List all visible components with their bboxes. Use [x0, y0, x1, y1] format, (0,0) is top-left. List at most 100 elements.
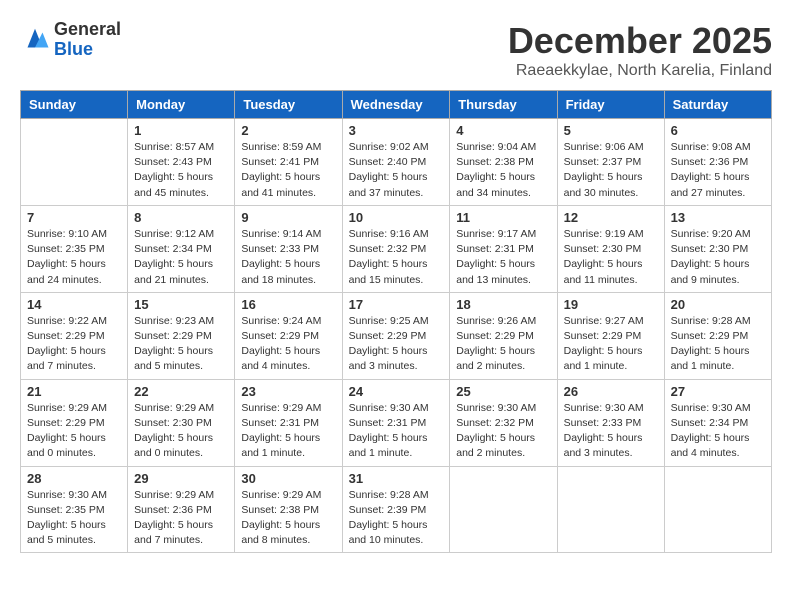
calendar-cell: 9 Sunrise: 9:14 AMSunset: 2:33 PMDaylight… — [235, 205, 342, 292]
day-info: Sunrise: 9:12 AMSunset: 2:34 PMDaylight:… — [134, 227, 228, 288]
calendar-week-5: 28Sunrise: 9:30 AMSunset: 2:35 PMDayligh… — [21, 466, 772, 553]
calendar-cell: 11 Sunrise: 9:17 AMSunset: 2:31 PMDayligh… — [450, 205, 557, 292]
calendar-header-row: SundayMondayTuesdayWednesdayThursdayFrid… — [21, 91, 772, 119]
calendar-cell — [557, 466, 664, 553]
calendar-cell: 5Sunrise: 9:06 AMSunset: 2:37 PMDaylight… — [557, 119, 664, 206]
day-number: 9 — [241, 210, 335, 225]
day-number: 20 — [671, 297, 765, 312]
day-number: 22 — [134, 384, 228, 399]
day-info: Sunrise: 9:25 AMSunset: 2:29 PMDaylight:… — [349, 314, 444, 375]
logo-icon — [20, 25, 50, 55]
day-info: Sunrise: 8:59 AMSunset: 2:41 PMDaylight:… — [241, 140, 335, 201]
calendar-cell: 17 Sunrise: 9:25 AMSunset: 2:29 PMDayligh… — [342, 292, 450, 379]
day-info: Sunrise: 9:28 AMSunset: 2:39 PMDaylight:… — [349, 488, 444, 549]
day-info: Sunrise: 9:08 AMSunset: 2:36 PMDaylight:… — [671, 140, 765, 201]
calendar-week-2: 7 Sunrise: 9:10 AMSunset: 2:35 PMDaylight… — [21, 205, 772, 292]
calendar-cell — [450, 466, 557, 553]
day-info: Sunrise: 9:16 AMSunset: 2:32 PMDaylight:… — [349, 227, 444, 288]
day-number: 3 — [349, 123, 444, 138]
calendar-cell: 18 Sunrise: 9:26 AMSunset: 2:29 PMDayligh… — [450, 292, 557, 379]
calendar-cell: 6 Sunrise: 9:08 AMSunset: 2:36 PMDaylight… — [664, 119, 771, 206]
calendar-cell: 27 Sunrise: 9:30 AMSunset: 2:34 PMDayligh… — [664, 379, 771, 466]
location-title: Raeaekkylae, North Karelia, Finland — [508, 62, 772, 80]
day-number: 6 — [671, 123, 765, 138]
calendar-week-4: 21 Sunrise: 9:29 AMSunset: 2:29 PMDayligh… — [21, 379, 772, 466]
logo-text: General Blue — [54, 20, 121, 60]
day-info: Sunrise: 9:28 AMSunset: 2:29 PMDaylight:… — [671, 314, 765, 375]
day-number: 1 — [134, 123, 228, 138]
day-info: Sunrise: 9:17 AMSunset: 2:31 PMDaylight:… — [456, 227, 550, 288]
day-number: 30 — [241, 471, 335, 486]
day-number: 27 — [671, 384, 765, 399]
day-info: Sunrise: 9:14 AMSunset: 2:33 PMDaylight:… — [241, 227, 335, 288]
month-title: December 2025 — [508, 20, 772, 62]
day-info: Sunrise: 9:19 AMSunset: 2:30 PMDaylight:… — [564, 227, 658, 288]
weekday-header-thursday: Thursday — [450, 91, 557, 119]
weekday-header-saturday: Saturday — [664, 91, 771, 119]
day-number: 7 — [27, 210, 121, 225]
calendar-cell: 3 Sunrise: 9:02 AMSunset: 2:40 PMDaylight… — [342, 119, 450, 206]
day-number: 8 — [134, 210, 228, 225]
day-number: 31 — [349, 471, 444, 486]
logo: General Blue — [20, 20, 121, 60]
day-info: Sunrise: 9:23 AMSunset: 2:29 PMDaylight:… — [134, 314, 228, 375]
calendar-cell: 12 Sunrise: 9:19 AMSunset: 2:30 PMDayligh… — [557, 205, 664, 292]
day-number: 10 — [349, 210, 444, 225]
day-info: Sunrise: 9:22 AMSunset: 2:29 PMDaylight:… — [27, 314, 121, 375]
day-number: 16 — [241, 297, 335, 312]
calendar-cell: 2 Sunrise: 8:59 AMSunset: 2:41 PMDaylight… — [235, 119, 342, 206]
day-info: Sunrise: 9:02 AMSunset: 2:40 PMDaylight:… — [349, 140, 444, 201]
day-number: 2 — [241, 123, 335, 138]
day-info: Sunrise: 9:29 AMSunset: 2:38 PMDaylight:… — [241, 488, 335, 549]
weekday-header-monday: Monday — [128, 91, 235, 119]
day-number: 13 — [671, 210, 765, 225]
page-header: General Blue December 2025 Raeaekkylae, … — [20, 20, 772, 80]
day-info: Sunrise: 9:30 AMSunset: 2:33 PMDaylight:… — [564, 401, 658, 462]
title-section: December 2025 Raeaekkylae, North Karelia… — [508, 20, 772, 80]
calendar-cell: 4Sunrise: 9:04 AMSunset: 2:38 PMDaylight… — [450, 119, 557, 206]
weekday-header-wednesday: Wednesday — [342, 91, 450, 119]
calendar-week-1: 1Sunrise: 8:57 AMSunset: 2:43 PMDaylight… — [21, 119, 772, 206]
day-info: Sunrise: 9:04 AMSunset: 2:38 PMDaylight:… — [456, 140, 550, 201]
day-number: 21 — [27, 384, 121, 399]
calendar-cell — [664, 466, 771, 553]
day-number: 26 — [564, 384, 658, 399]
day-info: Sunrise: 9:20 AMSunset: 2:30 PMDaylight:… — [671, 227, 765, 288]
day-number: 29 — [134, 471, 228, 486]
logo-blue: Blue — [54, 40, 121, 60]
calendar-cell: 26 Sunrise: 9:30 AMSunset: 2:33 PMDayligh… — [557, 379, 664, 466]
day-number: 18 — [456, 297, 550, 312]
day-info: Sunrise: 9:29 AMSunset: 2:36 PMDaylight:… — [134, 488, 228, 549]
day-info: Sunrise: 9:10 AMSunset: 2:35 PMDaylight:… — [27, 227, 121, 288]
day-number: 24 — [349, 384, 444, 399]
day-info: Sunrise: 9:29 AMSunset: 2:30 PMDaylight:… — [134, 401, 228, 462]
day-number: 15 — [134, 297, 228, 312]
day-number: 19 — [564, 297, 658, 312]
calendar-cell: 31 Sunrise: 9:28 AMSunset: 2:39 PMDayligh… — [342, 466, 450, 553]
day-number: 25 — [456, 384, 550, 399]
day-info: Sunrise: 9:24 AMSunset: 2:29 PMDaylight:… — [241, 314, 335, 375]
calendar-cell: 25 Sunrise: 9:30 AMSunset: 2:32 PMDayligh… — [450, 379, 557, 466]
day-number: 17 — [349, 297, 444, 312]
calendar-week-3: 14 Sunrise: 9:22 AMSunset: 2:29 PMDayligh… — [21, 292, 772, 379]
calendar-cell: 16 Sunrise: 9:24 AMSunset: 2:29 PMDayligh… — [235, 292, 342, 379]
calendar-cell: 28Sunrise: 9:30 AMSunset: 2:35 PMDayligh… — [21, 466, 128, 553]
calendar-cell: 10 Sunrise: 9:16 AMSunset: 2:32 PMDayligh… — [342, 205, 450, 292]
calendar-cell: 22 Sunrise: 9:29 AMSunset: 2:30 PMDayligh… — [128, 379, 235, 466]
weekday-header-sunday: Sunday — [21, 91, 128, 119]
calendar-cell: 23Sunrise: 9:29 AMSunset: 2:31 PMDayligh… — [235, 379, 342, 466]
day-info: Sunrise: 9:30 AMSunset: 2:34 PMDaylight:… — [671, 401, 765, 462]
calendar-cell: 7 Sunrise: 9:10 AMSunset: 2:35 PMDaylight… — [21, 205, 128, 292]
day-number: 11 — [456, 210, 550, 225]
day-number: 14 — [27, 297, 121, 312]
calendar-cell: 8 Sunrise: 9:12 AMSunset: 2:34 PMDaylight… — [128, 205, 235, 292]
day-info: Sunrise: 9:30 AMSunset: 2:35 PMDaylight:… — [27, 488, 121, 549]
day-info: Sunrise: 9:29 AMSunset: 2:29 PMDaylight:… — [27, 401, 121, 462]
calendar-table: SundayMondayTuesdayWednesdayThursdayFrid… — [20, 90, 772, 553]
day-number: 12 — [564, 210, 658, 225]
calendar-cell: 13 Sunrise: 9:20 AMSunset: 2:30 PMDayligh… — [664, 205, 771, 292]
weekday-header-friday: Friday — [557, 91, 664, 119]
day-info: Sunrise: 9:26 AMSunset: 2:29 PMDaylight:… — [456, 314, 550, 375]
day-number: 23 — [241, 384, 335, 399]
day-info: Sunrise: 9:30 AMSunset: 2:32 PMDaylight:… — [456, 401, 550, 462]
